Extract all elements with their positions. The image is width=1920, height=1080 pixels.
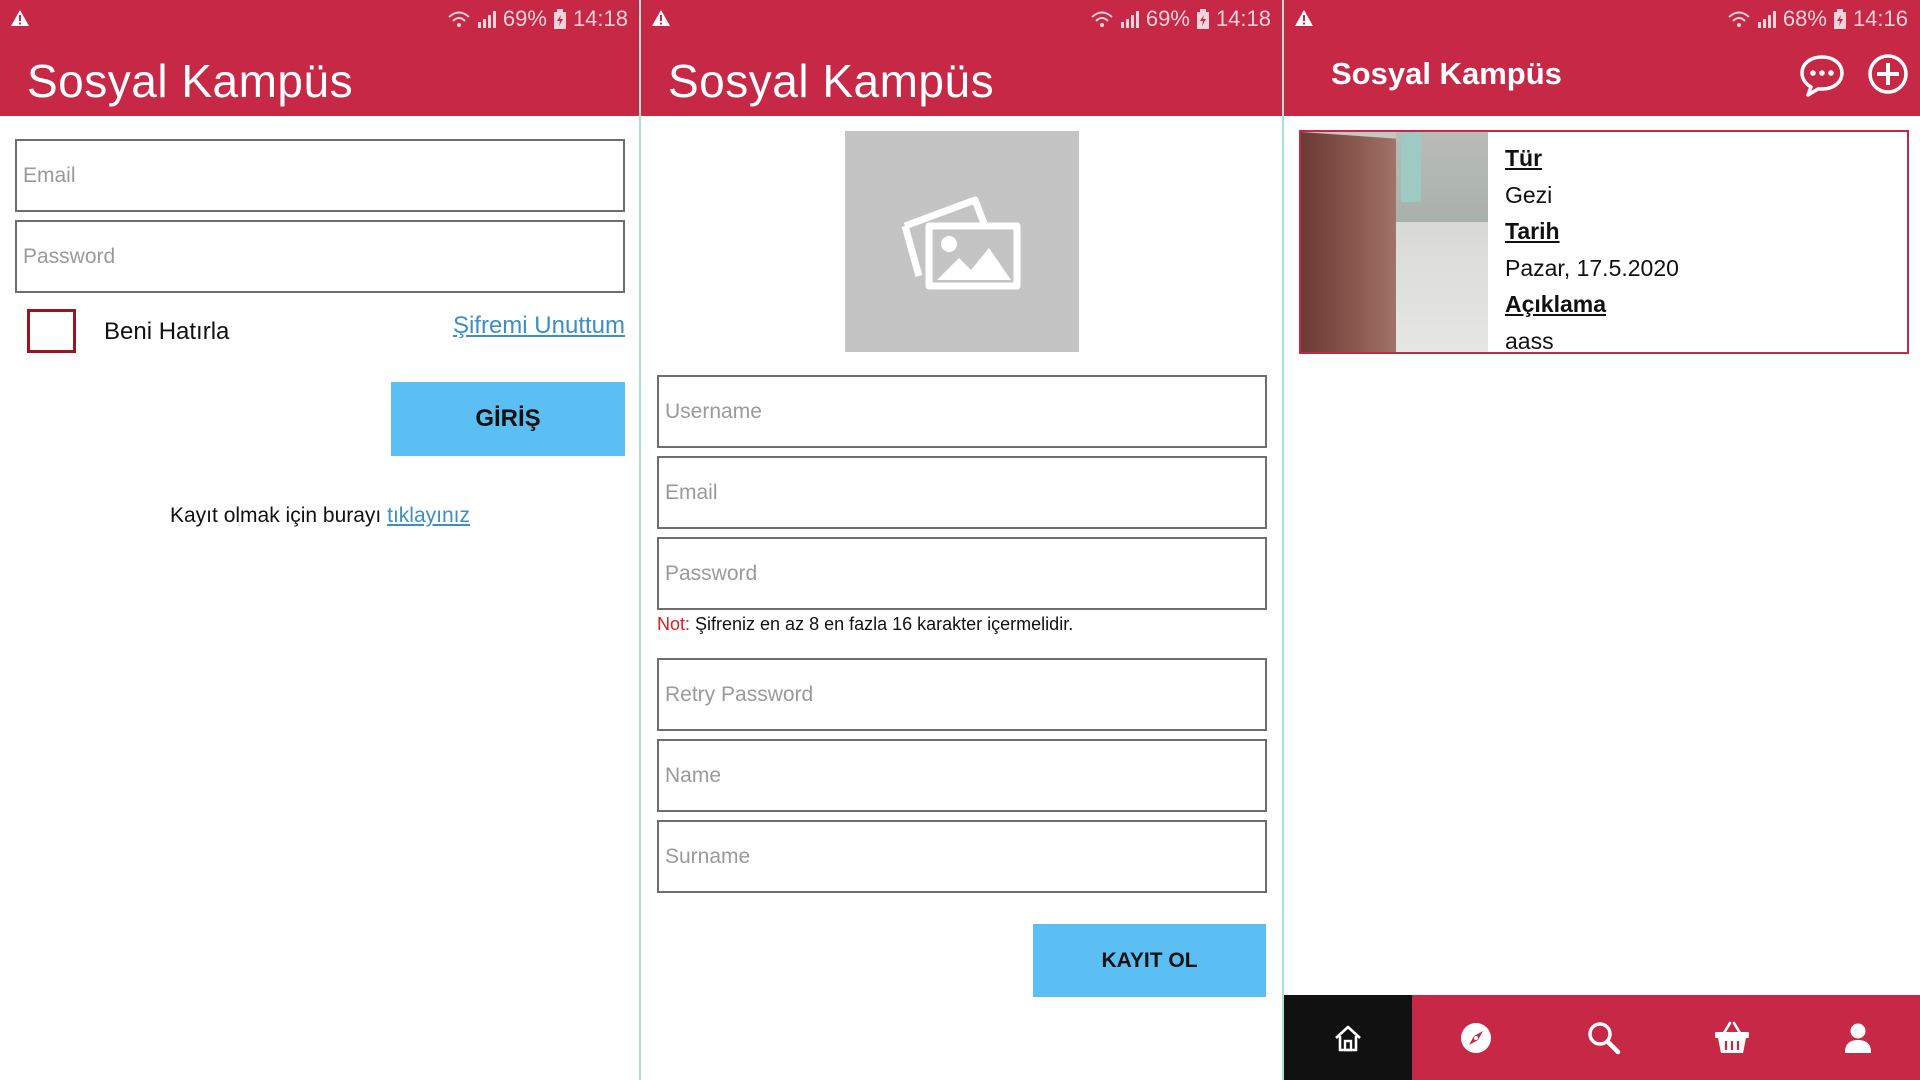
post-date-value: Pazar, 17.5.2020 xyxy=(1505,254,1679,281)
basket-icon xyxy=(1715,1021,1749,1053)
signal-icon xyxy=(1120,10,1140,28)
thumb-wall-shape xyxy=(1301,132,1396,352)
nav-profile[interactable] xyxy=(1796,995,1920,1080)
note-text: Şifreniz en az 8 en fazla 16 karakter iç… xyxy=(690,614,1074,634)
post-date-label: Tarih xyxy=(1505,218,1560,244)
profile-icon xyxy=(1845,1023,1871,1053)
wifi-icon xyxy=(1090,10,1114,28)
thumb-detail-shape xyxy=(1401,132,1421,202)
register-prompt-text: Kayıt olmak için burayı xyxy=(170,504,382,527)
register-screen: 69% 14:18 Sosyal Kampüs Username Email N… xyxy=(641,0,1283,1080)
warning-icon xyxy=(1294,9,1314,32)
remember-me-checkbox[interactable] xyxy=(27,309,76,353)
chat-bubble-icon[interactable] xyxy=(1798,52,1846,100)
password-input[interactable] xyxy=(659,539,1265,608)
add-circle-icon[interactable] xyxy=(1866,52,1914,100)
nav-search[interactable] xyxy=(1540,995,1668,1080)
retry-password-field[interactable] xyxy=(657,658,1267,731)
wifi-icon xyxy=(447,10,471,28)
battery-percent: 69% xyxy=(502,6,547,31)
post-type-label: Tür xyxy=(1505,145,1543,171)
name-input[interactable] xyxy=(659,741,1265,810)
remember-me-label: Beni Hatırla xyxy=(104,318,230,345)
nav-home[interactable] xyxy=(1284,995,1412,1080)
battery-percent: 69% xyxy=(1145,6,1190,31)
username-field[interactable] xyxy=(657,375,1267,448)
app-title: Sosyal Kampüs xyxy=(1331,56,1562,91)
feed-screen: 68% 14:16 Sosyal Kampüs Tür Gezi Tarih P… xyxy=(1284,0,1920,1080)
surname-field[interactable] xyxy=(657,820,1267,893)
signal-icon xyxy=(477,10,497,28)
status-bar: 68% 14:16 xyxy=(1284,0,1920,36)
search-icon xyxy=(1588,1021,1621,1054)
compass-icon xyxy=(1461,1022,1491,1053)
app-title: Sosyal Kampüs xyxy=(668,55,995,107)
warning-icon xyxy=(10,9,30,32)
nav-basket[interactable] xyxy=(1668,995,1796,1080)
note-label: Not: xyxy=(657,614,691,634)
retry-password-input[interactable] xyxy=(659,660,1265,729)
password-field[interactable] xyxy=(15,220,625,293)
clock: 14:18 xyxy=(1215,6,1271,31)
email-field[interactable] xyxy=(15,139,625,212)
nav-explore[interactable] xyxy=(1412,995,1540,1080)
wifi-icon xyxy=(1727,10,1751,28)
clock: 14:18 xyxy=(572,6,628,31)
register-button[interactable]: KAYIT OL xyxy=(1033,924,1266,997)
app-screenshots: 69% 14:18 Sosyal Kampüs Beni Hatırla Şif… xyxy=(0,0,1920,1080)
battery-icon xyxy=(1833,9,1847,29)
register-prompt: Kayıt olmak için burayı tıklayınız xyxy=(0,504,640,528)
warning-icon xyxy=(651,9,671,32)
status-bar: 69% 14:18 xyxy=(0,0,640,36)
profile-photo-picker[interactable] xyxy=(845,131,1079,352)
username-input[interactable] xyxy=(659,377,1265,446)
login-screen: 69% 14:18 Sosyal Kampüs Beni Hatırla Şif… xyxy=(0,0,640,1080)
post-image xyxy=(1301,132,1488,352)
email-field[interactable] xyxy=(657,456,1267,529)
clock: 14:16 xyxy=(1852,6,1908,31)
forgot-password-link[interactable]: Şifremi Unuttum xyxy=(453,312,625,340)
email-input[interactable] xyxy=(17,141,623,210)
password-input[interactable] xyxy=(17,222,623,291)
status-bar: 69% 14:18 xyxy=(641,0,1283,36)
password-note: Not: Şifreniz en az 8 en fazla 16 karakt… xyxy=(657,614,1073,635)
login-button[interactable]: GİRİŞ xyxy=(391,382,625,456)
app-bar: Sosyal Kampüs xyxy=(641,36,1283,116)
signal-icon xyxy=(1757,10,1777,28)
image-placeholder-icon xyxy=(901,196,1021,289)
app-bar: Sosyal Kampüs xyxy=(1284,36,1920,116)
battery-percent: 68% xyxy=(1782,6,1827,31)
battery-icon xyxy=(553,9,567,29)
email-input[interactable] xyxy=(659,458,1265,527)
name-field[interactable] xyxy=(657,739,1267,812)
post-card[interactable]: Tür Gezi Tarih Pazar, 17.5.2020 Açıklama… xyxy=(1299,130,1909,354)
bottom-navigation xyxy=(1284,995,1920,1080)
app-bar: Sosyal Kampüs xyxy=(0,36,640,116)
password-field[interactable] xyxy=(657,537,1267,610)
register-link[interactable]: tıklayınız xyxy=(387,504,470,527)
app-title: Sosyal Kampüs xyxy=(27,55,354,107)
home-icon xyxy=(1335,1025,1361,1051)
post-details: Tür Gezi Tarih Pazar, 17.5.2020 Açıklama… xyxy=(1505,140,1679,359)
post-description-value: aass xyxy=(1505,327,1554,354)
surname-input[interactable] xyxy=(659,822,1265,891)
battery-icon xyxy=(1196,9,1210,29)
post-type-value: Gezi xyxy=(1505,181,1553,208)
post-description-label: Açıklama xyxy=(1505,291,1607,317)
